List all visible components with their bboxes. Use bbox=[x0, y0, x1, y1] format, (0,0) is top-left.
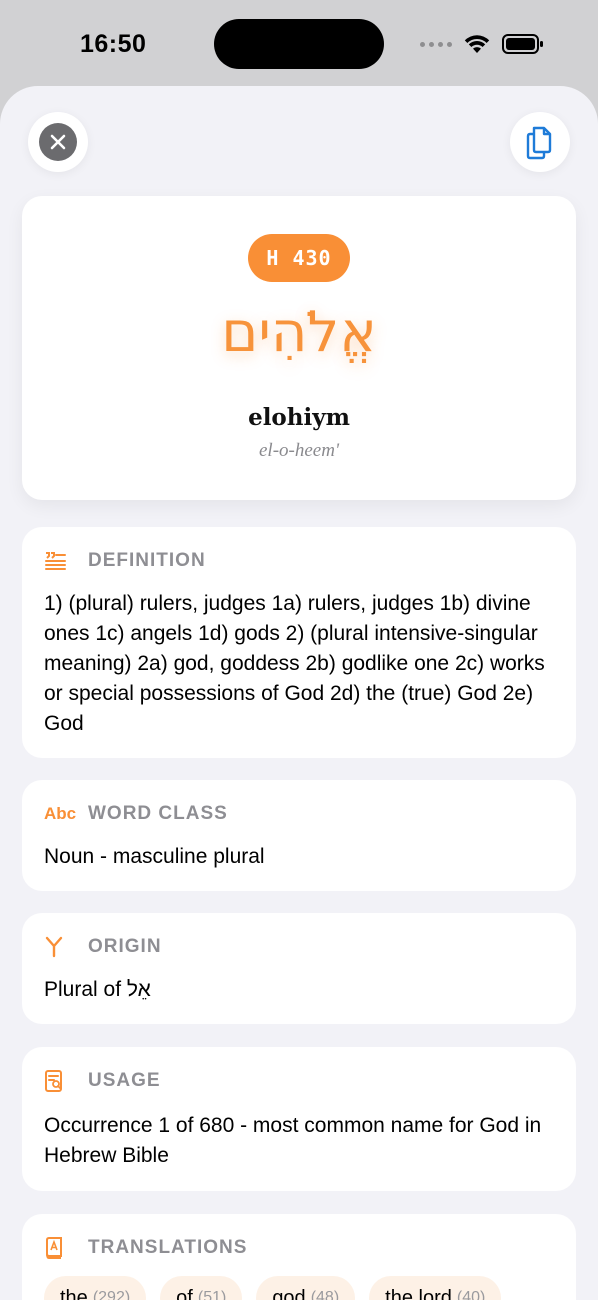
word-class-text: Noun - masculine plural bbox=[44, 845, 265, 868]
usage-title: USAGE bbox=[88, 1070, 161, 1091]
translation-word: god bbox=[272, 1286, 306, 1300]
dynamic-island bbox=[214, 19, 384, 69]
definition-header: DEFINITION bbox=[44, 549, 206, 573]
definition-title: DEFINITION bbox=[88, 550, 206, 571]
translation-word: the lord bbox=[385, 1286, 452, 1300]
status-bar: 16:50 bbox=[0, 0, 598, 86]
strongs-detail-sheet: H 430 אֱלֹהִים elohiym el-o-heem' DEFINI… bbox=[0, 86, 598, 1300]
wifi-icon bbox=[464, 35, 490, 53]
translation-count: (48) bbox=[310, 1289, 340, 1300]
abc-icon: Abc bbox=[44, 804, 77, 823]
word-class-card: Abc WORD CLASS Noun - masculine plural bbox=[22, 780, 576, 891]
quote-lines-icon bbox=[44, 549, 70, 573]
transliteration: elohiym bbox=[248, 404, 350, 431]
translations-header: TRANSLATIONS bbox=[44, 1236, 247, 1260]
usage-text: Occurrence 1 of 680 - most common name f… bbox=[44, 1114, 542, 1167]
battery-icon bbox=[502, 34, 543, 54]
word-class-title: WORD CLASS bbox=[88, 803, 228, 824]
usage-card: USAGE Occurrence 1 of 680 - most common … bbox=[22, 1047, 576, 1191]
translation-chip[interactable]: god (48) bbox=[256, 1276, 356, 1300]
translation-count: (51) bbox=[197, 1289, 227, 1300]
translation-count: (292) bbox=[92, 1289, 131, 1300]
branch-merge-icon bbox=[44, 935, 70, 959]
status-time: 16:50 bbox=[80, 30, 147, 58]
translations-title: TRANSLATIONS bbox=[88, 1237, 248, 1258]
strongs-number-badge: H 430 bbox=[248, 234, 350, 282]
definition-text: 1) (plural) rulers, judges 1a) rulers, j… bbox=[44, 592, 545, 735]
word-class-header: Abc WORD CLASS bbox=[44, 802, 228, 826]
cellular-signal-icon bbox=[420, 41, 452, 47]
translations-card: TRANSLATIONS the (292) of (51) god (48) … bbox=[22, 1214, 576, 1300]
copy-icon bbox=[526, 126, 552, 160]
translation-count: (40) bbox=[456, 1289, 486, 1300]
origin-header: ORIGIN bbox=[44, 935, 162, 959]
copy-button[interactable] bbox=[510, 112, 570, 172]
origin-text: Plural of אֵל bbox=[44, 978, 151, 1001]
translation-word: of bbox=[176, 1286, 193, 1300]
close-icon bbox=[39, 123, 77, 161]
definition-card: DEFINITION 1) (plural) rulers, judges 1a… bbox=[22, 527, 576, 758]
translation-word: the bbox=[60, 1286, 88, 1300]
word-header-card: H 430 אֱלֹהִים elohiym el-o-heem' bbox=[22, 196, 576, 500]
close-button[interactable] bbox=[28, 112, 88, 172]
hebrew-word: אֱלֹהִים bbox=[221, 300, 377, 365]
origin-card: ORIGIN Plural of אֵל bbox=[22, 913, 576, 1024]
document-search-icon bbox=[44, 1069, 70, 1093]
translation-chip[interactable]: the (292) bbox=[44, 1276, 147, 1300]
translation-chip[interactable]: of (51) bbox=[160, 1276, 243, 1300]
usage-header: USAGE bbox=[44, 1069, 161, 1093]
origin-title: ORIGIN bbox=[88, 936, 162, 957]
book-icon bbox=[44, 1236, 70, 1260]
status-icons bbox=[420, 32, 544, 56]
pronunciation: el-o-heem' bbox=[258, 440, 340, 461]
translation-chips: the (292) of (51) god (48) the lord (40) bbox=[44, 1276, 502, 1300]
translation-chip[interactable]: the lord (40) bbox=[369, 1276, 502, 1300]
